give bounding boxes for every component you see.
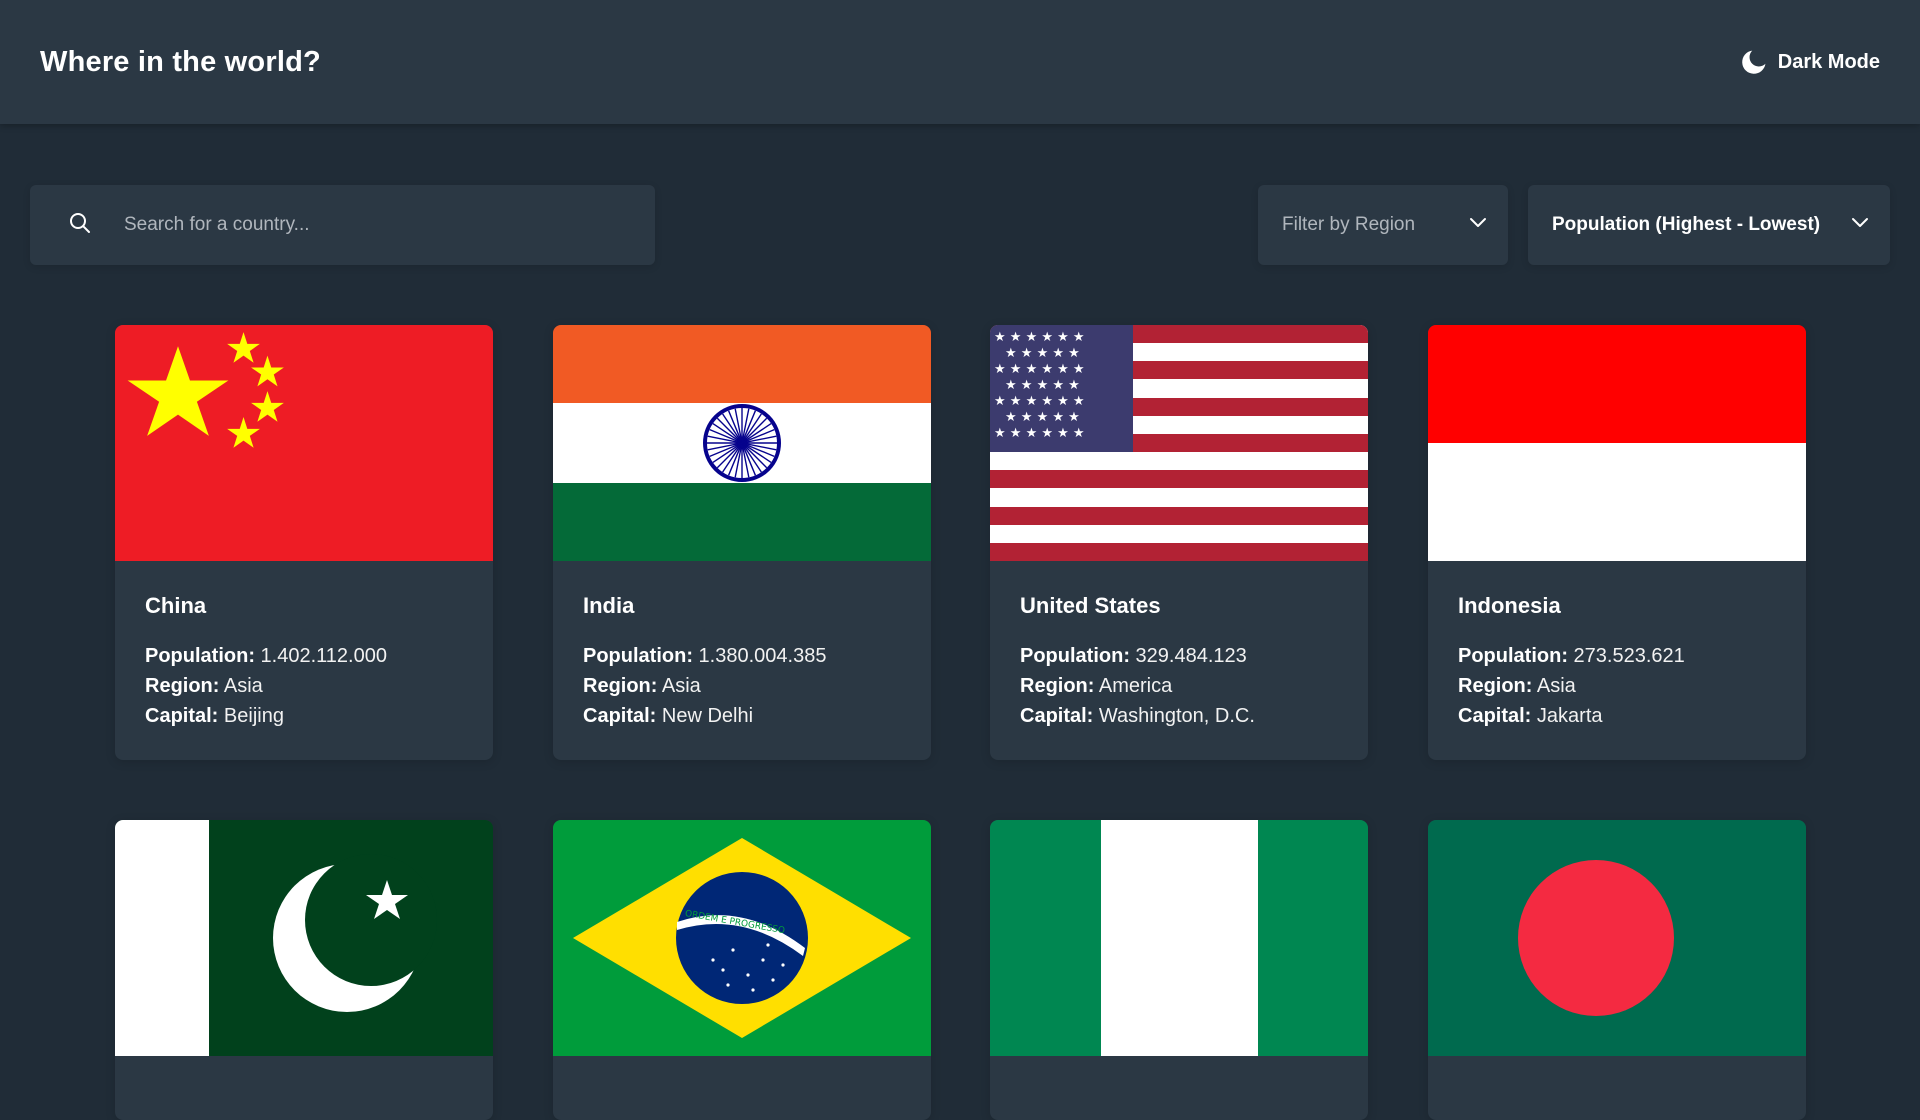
card-body: United States Population: 329.484.123 Re… xyxy=(990,561,1368,731)
country-name: Indonesia xyxy=(1458,593,1561,618)
population-value: 1.402.112.000 xyxy=(260,645,387,667)
svg-text:★ ★ ★ ★ ★ ★: ★ ★ ★ ★ ★ ★ xyxy=(994,330,1085,345)
app-title: Where in the world? xyxy=(40,45,321,78)
capital-label: Capital: xyxy=(1020,705,1094,727)
population-row: Population: 273.523.621 xyxy=(1458,641,1776,671)
capital-value: New Delhi xyxy=(661,705,754,727)
country-card-india[interactable]: India Population: 1.380.004.385 Region: … xyxy=(553,325,931,760)
indonesia-flag xyxy=(1428,325,1806,561)
country-name: India xyxy=(583,593,635,618)
sort-dropdown[interactable]: Population (Highest - Lowest) xyxy=(1528,185,1890,265)
svg-text:★ ★ ★ ★ ★: ★ ★ ★ ★ ★ xyxy=(1005,378,1080,393)
region-row: Region: Asia xyxy=(583,671,901,701)
capital-label: Capital: xyxy=(583,705,657,727)
brazil-flag: ORDEM E PROGRESSO xyxy=(553,820,931,1056)
population-value: 329.484.123 xyxy=(1135,645,1247,667)
country-card-china[interactable]: China Population: 1.402.112.000 Region: … xyxy=(115,325,493,760)
svg-text:★ ★ ★ ★ ★ ★: ★ ★ ★ ★ ★ ★ xyxy=(994,394,1085,409)
dark-mode-toggle[interactable]: Dark Mode xyxy=(1740,48,1880,76)
usa-flag: ★ ★ ★ ★ ★ ★ ★ ★ ★ ★ ★ ★ ★ ★ ★ ★ ★ ★ ★ ★ … xyxy=(990,325,1368,561)
capital-row: Capital: Washington, D.C. xyxy=(1020,701,1338,731)
population-label: Population: xyxy=(145,645,255,667)
population-value: 1.380.004.385 xyxy=(698,645,827,667)
region-filter-dropdown[interactable]: Filter by Region xyxy=(1258,185,1508,265)
country-card-brazil[interactable]: ORDEM E PROGRESSO xyxy=(553,820,931,1120)
region-value: Asia xyxy=(1536,675,1576,697)
population-label: Population: xyxy=(1020,645,1130,667)
population-row: Population: 1.402.112.000 xyxy=(145,641,463,671)
region-label: Region: xyxy=(1020,675,1095,697)
svg-text:★ ★ ★ ★ ★: ★ ★ ★ ★ ★ xyxy=(1005,346,1080,361)
capital-value: Beijing xyxy=(223,705,284,727)
svg-text:★ ★ ★ ★ ★ ★: ★ ★ ★ ★ ★ ★ xyxy=(994,362,1085,377)
dark-mode-label: Dark Mode xyxy=(1777,50,1880,73)
capital-value: Jakarta xyxy=(1536,705,1603,727)
region-label: Region: xyxy=(1458,675,1533,697)
country-name: China xyxy=(145,593,207,618)
population-row: Population: 329.484.123 xyxy=(1020,641,1338,671)
country-card-united-states[interactable]: ★ ★ ★ ★ ★ ★ ★ ★ ★ ★ ★ ★ ★ ★ ★ ★ ★ ★ ★ ★ … xyxy=(990,325,1368,760)
capital-value: Washington, D.C. xyxy=(1098,705,1255,727)
search-icon xyxy=(68,211,92,240)
chevron-down-icon xyxy=(1850,212,1870,238)
population-row: Population: 1.380.004.385 xyxy=(583,641,901,671)
country-card-bangladesh[interactable] xyxy=(1428,820,1806,1120)
country-card-pakistan[interactable] xyxy=(115,820,493,1120)
capital-row: Capital: New Delhi xyxy=(583,701,901,731)
region-row: Region: Asia xyxy=(1458,671,1776,701)
nigeria-flag xyxy=(990,820,1368,1056)
bangladesh-flag xyxy=(1428,820,1806,1056)
svg-text:★ ★ ★ ★ ★: ★ ★ ★ ★ ★ xyxy=(1005,410,1080,425)
pakistan-flag xyxy=(115,820,493,1056)
region-value: America xyxy=(1098,675,1173,697)
svg-text:★ ★ ★ ★ ★ ★: ★ ★ ★ ★ ★ ★ xyxy=(994,426,1085,441)
population-label: Population: xyxy=(583,645,693,667)
card-body: India Population: 1.380.004.385 Region: … xyxy=(553,561,931,731)
capital-row: Capital: Jakarta xyxy=(1458,701,1776,731)
capital-row: Capital: Beijing xyxy=(145,701,463,731)
region-filter-label: Filter by Region xyxy=(1282,214,1416,235)
region-label: Region: xyxy=(583,675,658,697)
region-label: Region: xyxy=(145,675,220,697)
card-body: Indonesia Population: 273.523.621 Region… xyxy=(1428,561,1806,731)
top-header: Where in the world? Dark Mode xyxy=(0,0,1920,124)
population-value: 273.523.621 xyxy=(1573,645,1685,667)
india-flag xyxy=(553,325,931,561)
country-card-indonesia[interactable]: Indonesia Population: 273.523.621 Region… xyxy=(1428,325,1806,760)
country-name: United States xyxy=(1020,593,1161,618)
capital-label: Capital: xyxy=(145,705,219,727)
search-input[interactable] xyxy=(122,213,582,237)
search-box[interactable] xyxy=(30,185,655,265)
capital-label: Capital: xyxy=(1458,705,1532,727)
region-row: Region: America xyxy=(1020,671,1338,701)
region-value: Asia xyxy=(223,675,263,697)
card-body: China Population: 1.402.112.000 Region: … xyxy=(115,561,493,731)
chevron-down-icon xyxy=(1468,212,1488,238)
region-row: Region: Asia xyxy=(145,671,463,701)
moon-icon xyxy=(1740,48,1768,76)
country-card-nigeria[interactable] xyxy=(990,820,1368,1120)
china-flag xyxy=(115,325,493,561)
region-value: Asia xyxy=(661,675,701,697)
population-label: Population: xyxy=(1458,645,1568,667)
sort-label: Population (Highest - Lowest) xyxy=(1552,214,1821,235)
